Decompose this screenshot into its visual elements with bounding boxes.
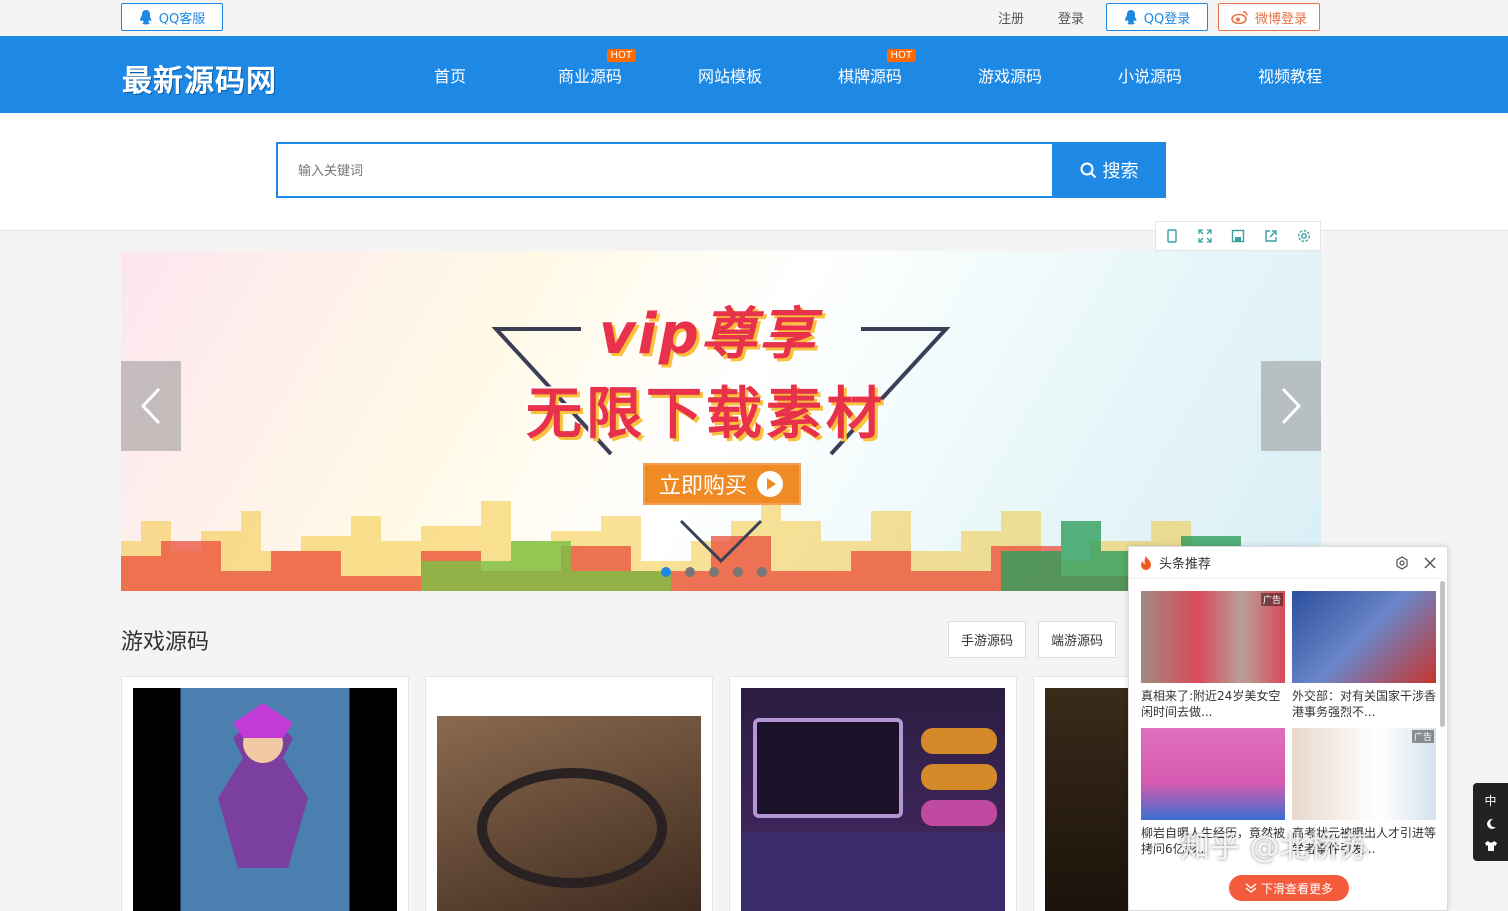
feed-item[interactable]: 广告 真相来了:附近24岁美女空闲时间去做... — [1141, 591, 1285, 720]
ad-badge: 广告 — [1260, 593, 1283, 606]
watermark-text: 知乎 @北桥苏 — [1180, 830, 1370, 865]
banner-dot[interactable] — [661, 567, 671, 577]
buy-now-button[interactable]: 立即购买 — [643, 463, 801, 505]
fullscreen-icon[interactable] — [1189, 222, 1222, 250]
main-navbar: 最新源码网 首页 商业源码 HOT 网站模板 棋牌源码 HOT 游戏源码 小说源码 … — [0, 36, 1508, 113]
nav-item-card-games[interactable]: 棋牌源码 HOT — [800, 36, 940, 113]
section-tabs: 手游源码 端游源码 — [948, 621, 1117, 658]
hot-badge: HOT — [606, 49, 636, 62]
game-card[interactable] — [729, 676, 1017, 911]
site-logo[interactable]: 最新源码网 — [122, 56, 277, 100]
weibo-login-label: 微博登录 — [1254, 11, 1307, 27]
banner-dot[interactable] — [685, 567, 695, 577]
feed-thumbnail: 广告 — [1292, 728, 1436, 820]
nav-item-label: 首页 — [433, 66, 466, 86]
nav-item-video-tutorials[interactable]: 视频教程 — [1220, 36, 1360, 113]
nav-item-game-source[interactable]: 游戏源码 — [940, 36, 1080, 113]
banner-dot[interactable] — [757, 567, 767, 577]
banner-dot[interactable] — [709, 567, 719, 577]
save-icon[interactable] — [1222, 222, 1255, 250]
banner-next-button[interactable] — [1261, 361, 1321, 451]
banner-prev-button[interactable] — [121, 361, 181, 451]
shirt-icon[interactable] — [1484, 840, 1498, 852]
nav-item-commercial-source[interactable]: 商业源码 HOT — [520, 36, 660, 113]
language-toggle[interactable]: 中 — [1484, 792, 1496, 809]
weibo-login-button[interactable]: 微博登录 — [1218, 3, 1320, 31]
game-card[interactable] — [121, 676, 409, 911]
game-thumbnail — [741, 688, 1005, 911]
top-bar: QQ客服 注册 登录 QQ登录 微博登录 — [0, 0, 1508, 36]
nav-item-home[interactable]: 首页 — [380, 36, 520, 113]
register-link[interactable]: 注册 — [986, 8, 1036, 27]
banner-dot[interactable] — [733, 567, 743, 577]
buy-now-label: 立即购买 — [658, 474, 747, 499]
flame-icon — [1141, 555, 1151, 570]
game-thumbnail — [133, 688, 397, 911]
login-link[interactable]: 登录 — [1046, 8, 1096, 27]
nav-item-label: 棋牌源码 — [837, 66, 902, 86]
banner-pagination — [661, 567, 767, 577]
nav-item-label: 视频教程 — [1257, 66, 1322, 86]
banner-headline: 无限下载素材 — [526, 382, 886, 447]
weibo-icon — [1231, 10, 1248, 24]
banner-vip-text: vip尊享 — [599, 302, 817, 367]
feed-thumbnail: 广告 — [1141, 591, 1285, 683]
qq-login-label: QQ登录 — [1143, 11, 1191, 27]
share-icon[interactable] — [1254, 222, 1287, 250]
nav-item-label: 网站模板 — [697, 66, 762, 86]
qq-icon — [1124, 10, 1137, 25]
mobile-view-icon[interactable] — [1156, 222, 1189, 250]
nav-menu: 首页 商业源码 HOT 网站模板 棋牌源码 HOT 游戏源码 小说源码 视频教程 — [380, 36, 1360, 113]
nav-item-novel-source[interactable]: 小说源码 — [1080, 36, 1220, 113]
promo-banner[interactable]: vip尊享 无限下载素材 立即购买 — [121, 251, 1321, 591]
moon-icon[interactable] — [1485, 818, 1497, 830]
nav-item-label: 游戏源码 — [977, 66, 1042, 86]
tab-pc-games[interactable]: 端游源码 — [1038, 621, 1117, 658]
qq-icon — [139, 10, 152, 25]
side-toolbar: 中 — [1473, 783, 1508, 861]
feed-load-more-label: 下滑查看更多 — [1260, 881, 1333, 896]
page-tools — [1155, 221, 1321, 251]
feed-item[interactable]: 外交部：对有关国家干涉香港事务强烈不... — [1292, 591, 1436, 720]
settings-icon[interactable] — [1395, 555, 1409, 570]
chevron-down-icon — [1245, 883, 1257, 893]
game-thumbnail — [437, 688, 701, 911]
search-button[interactable]: 搜索 — [1052, 142, 1166, 198]
feed-thumbnail — [1292, 591, 1436, 683]
feed-thumbnail — [1141, 728, 1285, 820]
hot-badge: HOT — [886, 49, 916, 62]
section-title: 游戏源码 — [121, 630, 210, 655]
search-input[interactable] — [276, 142, 1052, 198]
tab-mobile-games[interactable]: 手游源码 — [948, 621, 1027, 658]
ad-badge: 广告 — [1411, 730, 1434, 743]
qq-login-button[interactable]: QQ登录 — [1106, 3, 1208, 31]
chevron-left-icon — [140, 387, 161, 425]
feed-grid: 广告 真相来了:附近24岁美女空闲时间去做... 外交部：对有关国家干涉香港事务… — [1129, 579, 1447, 857]
game-card[interactable] — [425, 676, 713, 911]
feed-item-title: 真相来了:附近24岁美女空闲时间去做... — [1141, 689, 1281, 719]
qq-service-button[interactable]: QQ客服 — [121, 3, 223, 31]
nav-item-website-templates[interactable]: 网站模板 — [660, 36, 800, 113]
chevron-right-icon — [1281, 387, 1302, 425]
search-icon — [1080, 162, 1096, 178]
qq-service-label: QQ客服 — [158, 11, 206, 27]
feed-header: 头条推荐 — [1129, 547, 1447, 579]
feed-scrollbar[interactable] — [1440, 581, 1445, 727]
search-button-label: 搜索 — [1102, 161, 1139, 182]
feed-title: 头条推荐 — [1159, 557, 1212, 572]
search-band: 搜索 — [0, 113, 1508, 231]
feed-load-more-button[interactable]: 下滑查看更多 — [1229, 875, 1349, 901]
close-icon[interactable] — [1423, 556, 1437, 570]
top-right-actions: 注册 登录 QQ登录 微博登录 — [986, 3, 1320, 31]
settings-gear-icon[interactable] — [1287, 222, 1320, 250]
feed-item-title: 外交部：对有关国家干涉香港事务强烈不... — [1292, 689, 1436, 719]
nav-item-label: 商业源码 — [557, 66, 622, 86]
search-box: 搜索 — [276, 142, 1166, 198]
play-circle-icon — [757, 471, 783, 497]
nav-item-label: 小说源码 — [1117, 66, 1182, 86]
